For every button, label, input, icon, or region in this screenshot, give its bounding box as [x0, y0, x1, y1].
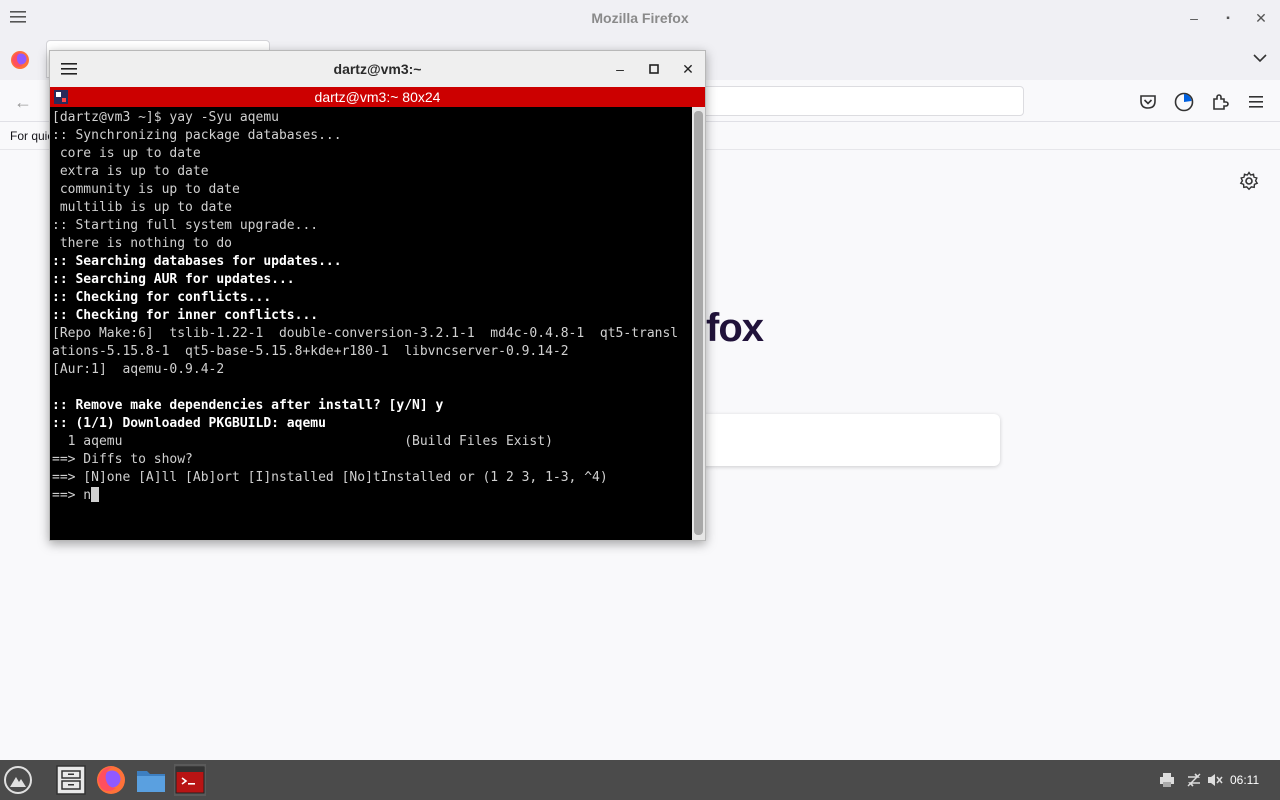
pocket-icon[interactable]: [1137, 91, 1159, 113]
minimize-button[interactable]: –: [1184, 8, 1204, 28]
network-icon[interactable]: [1186, 772, 1202, 788]
terminal-line: extra is up to date: [52, 164, 209, 179]
printer-icon[interactable]: [1159, 772, 1175, 788]
gear-icon[interactable]: [1238, 170, 1260, 192]
list-all-tabs-icon[interactable]: [1250, 48, 1270, 68]
minimize-button[interactable]: –: [610, 59, 630, 79]
terminal-line: :: Searching databases for updates...: [52, 254, 342, 269]
terminal-line: :: (1/1) Downloaded PKGBUILD: aqemu: [52, 416, 326, 431]
terminal-line: 1 aqemu (Build Files Exist): [52, 434, 553, 449]
terminal-tab[interactable]: dartz@vm3:~ 80x24: [50, 87, 705, 107]
start-menu-icon[interactable]: [2, 764, 34, 796]
maximize-button[interactable]: [644, 59, 664, 79]
clock[interactable]: 06:11: [1230, 773, 1259, 787]
text-cursor: [91, 487, 100, 502]
firefox-brand-wordmark: fox: [706, 306, 764, 350]
terminal-line: [Repo Make:6] tslib-1.22-1 double-conver…: [52, 326, 679, 341]
maximize-button[interactable]: ▪: [1218, 8, 1238, 28]
app-menu-icon[interactable]: [1245, 91, 1267, 113]
terminal-line: ==> Diffs to show?: [52, 452, 193, 467]
terminal-line: :: Remove make dependencies after instal…: [52, 398, 444, 413]
terminal-icon[interactable]: [174, 764, 206, 796]
terminal-line: :: Checking for conflicts...: [52, 290, 272, 305]
extensions-icon[interactable]: [1209, 91, 1231, 113]
window-title: Mozilla Firefox: [591, 10, 689, 26]
terminal-tab-title: dartz@vm3:~ 80x24: [314, 89, 441, 105]
taskbar: 06:11: [0, 760, 1280, 800]
scrollbar[interactable]: [692, 107, 705, 540]
terminal-line: :: Searching AUR for updates...: [52, 272, 295, 287]
terminal-line: ==> [N]one [A]ll [Ab]ort [I]nstalled [No…: [52, 470, 608, 485]
window-title: dartz@vm3:~: [333, 61, 422, 77]
terminal-line: there is nothing to do: [52, 236, 233, 251]
url-bar[interactable]: [680, 86, 1024, 116]
newtab-search-box[interactable]: [700, 414, 1000, 466]
folder-icon[interactable]: [135, 764, 167, 796]
scrollbar-thumb[interactable]: [694, 111, 703, 535]
terminal-output: [dartz@vm3 ~]$ yay -Syu aqemu:: Synchron…: [52, 109, 678, 505]
terminal-line: ations-5.15.8-1 qt5-base-5.15.8+kde+r180…: [52, 344, 569, 359]
terminal-line: [dartz@vm3 ~]$ yay -Syu aqemu: [52, 110, 279, 125]
account-icon[interactable]: [1173, 91, 1195, 113]
terminal-window: dartz@vm3:~ – ✕ dartz@vm3:~ 80x24 [dartz…: [49, 50, 706, 541]
firefox-titlebar: Mozilla Firefox – ▪ ✕: [0, 0, 1280, 36]
terminal-line: [Aur:1] aqemu-0.9.4-2: [52, 362, 225, 377]
terminal-line: :: Starting full system upgrade...: [52, 218, 319, 233]
firefox-logo-icon[interactable]: [10, 50, 30, 70]
firefox-icon[interactable]: [95, 764, 127, 796]
close-button[interactable]: ✕: [1251, 8, 1271, 28]
terminal-titlebar[interactable]: dartz@vm3:~ – ✕: [50, 51, 705, 87]
terminal-line: community is up to date: [52, 182, 240, 197]
terminal-line: :: Checking for inner conflicts...: [52, 308, 319, 323]
volume-muted-icon[interactable]: [1207, 772, 1223, 788]
terminal-screen[interactable]: [dartz@vm3 ~]$ yay -Syu aqemu:: Synchron…: [50, 107, 692, 540]
back-arrow-icon[interactable]: ←: [14, 92, 34, 112]
terminal-line: :: Synchronizing package databases...: [52, 128, 342, 143]
close-button[interactable]: ✕: [678, 59, 698, 79]
file-manager-icon[interactable]: [55, 764, 87, 796]
bookmarks-hint-text: For quic: [10, 129, 54, 143]
terminal-line: ==> n: [52, 487, 678, 505]
terminal-line: core is up to date: [52, 146, 201, 161]
terminal-line: multilib is up to date: [52, 200, 233, 215]
